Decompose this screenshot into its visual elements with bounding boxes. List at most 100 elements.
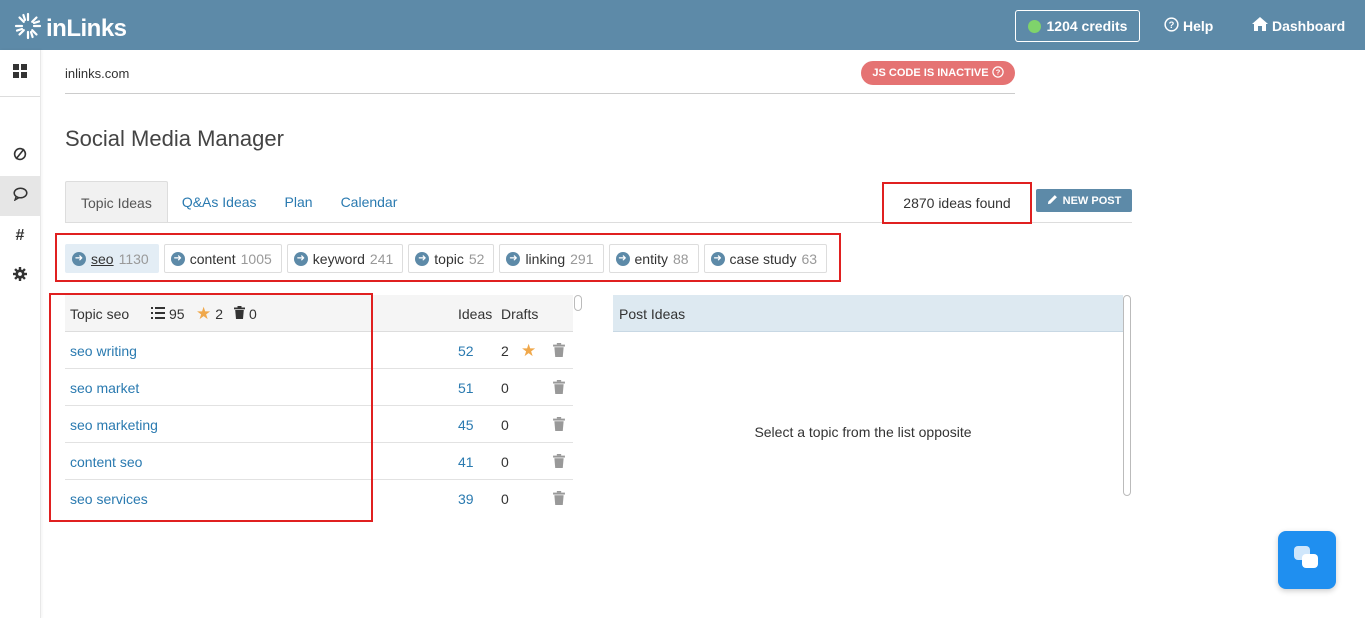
tab-bar: Topic Ideas Q&As Ideas Plan Calendar bbox=[65, 181, 411, 223]
comment-icon bbox=[12, 187, 28, 205]
sidebar-item-social[interactable] bbox=[0, 176, 40, 216]
sidebar-item-orphan[interactable] bbox=[0, 136, 40, 176]
home-icon bbox=[1252, 17, 1268, 34]
topic-link[interactable]: seo services bbox=[70, 491, 148, 507]
trash-icon[interactable] bbox=[553, 417, 565, 434]
topic-chips: ➜ seo 1130 ➜ content 1005 ➜ keyword 241 … bbox=[65, 244, 828, 273]
list-count-stat: 95 bbox=[151, 306, 185, 322]
dashboard-label: Dashboard bbox=[1272, 17, 1346, 34]
chip-label: keyword bbox=[312, 250, 365, 267]
no-entry-icon bbox=[13, 147, 27, 165]
drafts-count: 0 bbox=[501, 454, 509, 470]
hashtag-icon: # bbox=[15, 227, 25, 244]
tab-plan[interactable]: Plan bbox=[271, 181, 327, 223]
chip-label: linking bbox=[525, 250, 566, 267]
chip-seo[interactable]: ➜ seo 1130 bbox=[65, 244, 159, 273]
chat-widget-button[interactable] bbox=[1278, 531, 1336, 589]
help-link[interactable]: ? Help bbox=[1164, 17, 1213, 35]
trash-icon[interactable] bbox=[553, 454, 565, 471]
star-icon[interactable]: ★ bbox=[521, 341, 536, 361]
table-row: seo services 39 0 bbox=[65, 480, 573, 517]
tab-calendar[interactable]: Calendar bbox=[327, 181, 412, 223]
chip-topic[interactable]: ➜ topic 52 bbox=[408, 244, 495, 273]
topic-link[interactable]: seo marketing bbox=[70, 417, 158, 433]
tab-topic-ideas[interactable]: Topic Ideas bbox=[65, 181, 168, 223]
arrow-right-circle-icon: ➜ bbox=[293, 251, 308, 266]
topic-list-scrollbar[interactable] bbox=[574, 295, 582, 311]
credits-button[interactable]: 1204 credits bbox=[1015, 10, 1140, 42]
sidebar-divider bbox=[0, 96, 40, 97]
top-bar: inLinks 1204 credits ? Help Dashboard bbox=[0, 0, 1365, 50]
credits-label: 1204 credits bbox=[1046, 18, 1128, 34]
trash-count: 0 bbox=[249, 306, 257, 322]
chip-case-study[interactable]: ➜ case study 63 bbox=[703, 244, 828, 273]
ideas-count-link[interactable]: 51 bbox=[458, 380, 474, 396]
arrow-right-circle-icon: ➜ bbox=[615, 251, 630, 266]
chip-keyword[interactable]: ➜ keyword 241 bbox=[286, 244, 404, 273]
chip-count: 52 bbox=[468, 250, 485, 267]
col-ideas: Ideas bbox=[458, 306, 493, 322]
chip-label: seo bbox=[91, 250, 114, 267]
table-row: seo writing 52 2 ★ bbox=[65, 332, 573, 369]
arrow-right-circle-icon: ➜ bbox=[415, 251, 430, 266]
star-icon: ★ bbox=[196, 304, 212, 323]
post-ideas-scrollbar[interactable] bbox=[1123, 295, 1131, 496]
js-status-badge[interactable]: JS CODE IS INACTIVE ? bbox=[861, 61, 1015, 85]
ideas-count-link[interactable]: 52 bbox=[458, 343, 474, 359]
chip-label: content bbox=[189, 250, 236, 267]
table-row: seo marketing 45 0 bbox=[65, 406, 573, 443]
ideas-count-link[interactable]: 41 bbox=[458, 454, 474, 470]
chip-count: 63 bbox=[801, 250, 818, 267]
ideas-found-count: 2870 ideas found bbox=[882, 182, 1032, 224]
arrow-right-circle-icon: ➜ bbox=[506, 251, 521, 266]
trash-icon[interactable] bbox=[553, 380, 565, 397]
divider bbox=[65, 93, 1015, 94]
js-status-label: JS CODE IS INACTIVE bbox=[872, 67, 989, 79]
chip-label: case study bbox=[729, 250, 797, 267]
ideas-count-link[interactable]: 45 bbox=[458, 417, 474, 433]
chip-linking[interactable]: ➜ linking 291 bbox=[499, 244, 604, 273]
help-label: Help bbox=[1183, 18, 1214, 34]
trash-icon[interactable] bbox=[553, 343, 565, 360]
svg-text:?: ? bbox=[1169, 20, 1175, 30]
topic-title-prefix: Topic bbox=[70, 306, 103, 322]
grid-icon bbox=[13, 64, 27, 82]
page-title: Social Media Manager bbox=[65, 126, 284, 151]
chip-label: entity bbox=[634, 250, 668, 267]
topic-link[interactable]: content seo bbox=[70, 454, 142, 470]
dashboard-link[interactable]: Dashboard bbox=[1252, 17, 1345, 34]
new-post-button[interactable]: NEW POST bbox=[1036, 189, 1132, 212]
sidebar-item-hashtags[interactable]: # bbox=[0, 216, 40, 256]
topic-table-header: Topic seo 95 ★ 2 0 Ideas Drafts bbox=[65, 295, 573, 332]
chip-count: 291 bbox=[570, 250, 594, 267]
site-domain: inlinks.com bbox=[65, 66, 130, 81]
list-icon bbox=[151, 306, 165, 322]
sidebar-item-settings[interactable] bbox=[0, 256, 40, 296]
topic-title-name: seo bbox=[106, 306, 130, 322]
star-count: 2 bbox=[215, 306, 224, 322]
question-circle-icon: ? bbox=[991, 65, 1004, 81]
logo[interactable]: inLinks bbox=[14, 12, 127, 45]
table-row: seo market 51 0 bbox=[65, 369, 573, 406]
logo-text: inLinks bbox=[46, 14, 127, 42]
arrow-right-circle-icon: ➜ bbox=[72, 251, 86, 266]
trash-icon[interactable] bbox=[553, 491, 565, 508]
logo-sunburst-icon bbox=[14, 12, 42, 45]
arrow-right-circle-icon: ➜ bbox=[170, 251, 185, 266]
topic-link[interactable]: seo writing bbox=[70, 343, 137, 359]
drafts-count: 0 bbox=[501, 417, 509, 433]
post-ideas-empty-message: Select a topic from the list opposite bbox=[754, 424, 972, 440]
chip-count: 1005 bbox=[240, 250, 272, 267]
tab-qa-ideas[interactable]: Q&As Ideas bbox=[168, 181, 271, 223]
topic-link[interactable]: seo market bbox=[70, 380, 139, 396]
chip-entity[interactable]: ➜ entity 88 bbox=[608, 244, 699, 273]
trash-count-stat: 0 bbox=[234, 306, 257, 322]
sidebar-item-dashboard[interactable] bbox=[0, 53, 40, 93]
svg-text:?: ? bbox=[995, 67, 1000, 76]
sidebar: # bbox=[0, 50, 41, 618]
ideas-count-link[interactable]: 39 bbox=[458, 491, 474, 507]
chip-content[interactable]: ➜ content 1005 bbox=[163, 244, 282, 273]
credit-status-dot bbox=[1027, 19, 1041, 33]
col-drafts: Drafts bbox=[501, 306, 539, 322]
drafts-count: 0 bbox=[501, 380, 509, 396]
